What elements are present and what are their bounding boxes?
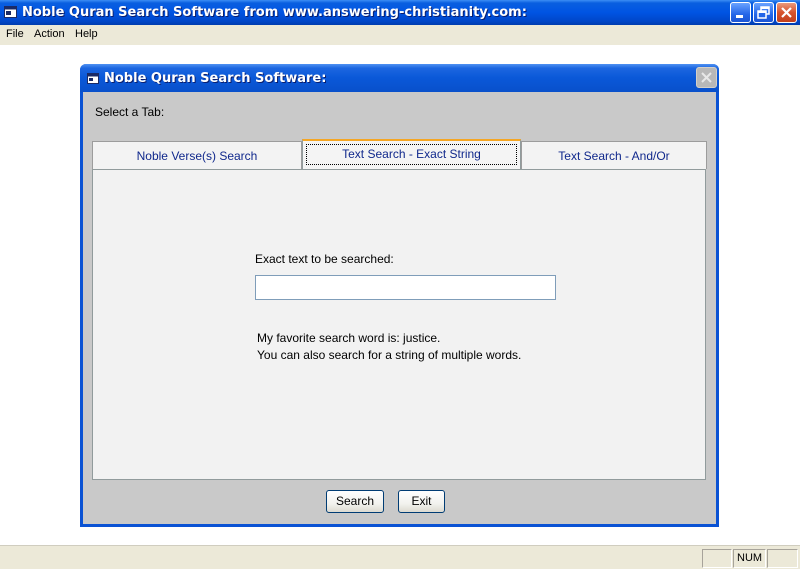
window-title: Noble Quran Search Software from www.ans… bbox=[22, 5, 527, 20]
minimize-button[interactable] bbox=[730, 2, 751, 23]
minimize-icon bbox=[736, 15, 743, 18]
search-dialog: Noble Quran Search Software: Select a Ta… bbox=[80, 64, 719, 527]
menu-action[interactable]: Action bbox=[34, 28, 65, 40]
restore-icon bbox=[757, 6, 770, 19]
dialog-titlebar[interactable]: Noble Quran Search Software: bbox=[80, 64, 719, 92]
exact-text-input[interactable] bbox=[255, 275, 556, 300]
dialog-window-icon bbox=[87, 73, 99, 84]
status-panel-extra bbox=[767, 549, 798, 568]
status-num-indicator: NUM bbox=[733, 549, 766, 568]
hint-favorite-word: My favorite search word is: justice. bbox=[257, 331, 441, 345]
app-window-icon[interactable] bbox=[4, 6, 17, 18]
tab-panel: Exact text to be searched: My favorite s… bbox=[92, 169, 706, 480]
tab-text-search-exact[interactable]: Text Search - Exact String bbox=[302, 139, 521, 169]
tab-label: Text Search - Exact String bbox=[306, 144, 517, 165]
tab-text-search-and-or[interactable]: Text Search - And/Or bbox=[521, 141, 707, 169]
tab-label: Text Search - And/Or bbox=[558, 149, 670, 163]
close-icon bbox=[781, 7, 792, 18]
select-tab-label: Select a Tab: bbox=[95, 105, 165, 119]
menu-help[interactable]: Help bbox=[75, 28, 98, 40]
dialog-title: Noble Quran Search Software: bbox=[104, 71, 327, 86]
exit-button[interactable]: Exit bbox=[398, 490, 445, 513]
close-icon bbox=[701, 72, 712, 83]
main-titlebar[interactable]: Noble Quran Search Software from www.ans… bbox=[0, 0, 800, 25]
tab-noble-verse-search[interactable]: Noble Verse(s) Search bbox=[92, 141, 302, 169]
menu-file[interactable]: File bbox=[6, 28, 24, 40]
dialog-close-button[interactable] bbox=[696, 67, 717, 88]
exact-text-label: Exact text to be searched: bbox=[255, 252, 394, 266]
tab-label: Noble Verse(s) Search bbox=[136, 149, 258, 163]
search-button[interactable]: Search bbox=[326, 490, 384, 513]
status-panel-empty bbox=[702, 549, 732, 568]
status-bar: NUM bbox=[0, 545, 800, 569]
close-button[interactable] bbox=[776, 2, 797, 23]
menu-bar: File Action Help bbox=[0, 25, 800, 45]
hint-multiple-words: You can also search for a string of mult… bbox=[257, 348, 522, 362]
restore-button[interactable] bbox=[753, 2, 774, 23]
